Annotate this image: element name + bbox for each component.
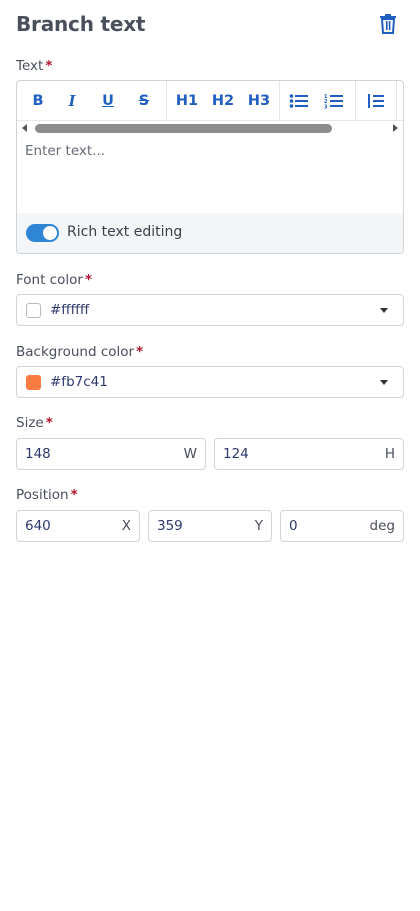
toolbar-divider bbox=[355, 81, 356, 121]
editor-toolbar: B I U S H1 H2 H3 1 2 3 bbox=[17, 81, 403, 121]
bulleted-list-icon[interactable] bbox=[289, 89, 309, 113]
bold-button[interactable]: B bbox=[29, 89, 47, 113]
text-label: Text * bbox=[16, 58, 53, 74]
numbered-list-icon[interactable]: 1 2 3 bbox=[324, 89, 344, 113]
height-unit: H bbox=[384, 446, 395, 462]
toggle-knob bbox=[43, 226, 57, 240]
toolbar-divider bbox=[279, 81, 280, 121]
chevron-down-icon bbox=[380, 380, 388, 385]
required-mark: * bbox=[84, 272, 92, 288]
rich-text-label: Rich text editing bbox=[67, 224, 183, 240]
toolbar-divider bbox=[396, 81, 397, 121]
rotation-unit: deg bbox=[369, 518, 395, 534]
background-color-value: #fb7c41 bbox=[50, 374, 108, 390]
panel-header: Branch text bbox=[16, 11, 404, 39]
toolbar-scrollbar[interactable] bbox=[17, 122, 403, 136]
blockquote-icon[interactable] bbox=[367, 89, 385, 113]
font-color-label: Font color * bbox=[16, 272, 92, 288]
font-color-select[interactable]: #ffffff bbox=[16, 294, 404, 326]
x-value: 640 bbox=[25, 518, 51, 534]
italic-button[interactable]: I bbox=[64, 89, 80, 113]
chevron-down-icon bbox=[380, 308, 388, 313]
panel-title: Branch text bbox=[16, 12, 146, 36]
position-label: Position * bbox=[16, 487, 78, 503]
required-mark: * bbox=[45, 415, 53, 431]
rotation-input[interactable]: 0 deg bbox=[280, 510, 404, 542]
width-input[interactable]: 148 W bbox=[16, 438, 206, 470]
font-color-swatch bbox=[26, 303, 41, 318]
rich-text-editor: B I U S H1 H2 H3 1 2 3 Enter text... Ric… bbox=[16, 80, 404, 254]
y-value: 359 bbox=[157, 518, 183, 534]
background-color-label: Background color * bbox=[16, 344, 144, 360]
heading1-button[interactable]: H1 bbox=[175, 89, 199, 113]
underline-button[interactable]: U bbox=[99, 89, 117, 113]
x-unit: X bbox=[121, 518, 131, 534]
svg-text:3: 3 bbox=[324, 105, 328, 111]
rich-text-toggle[interactable] bbox=[26, 224, 59, 242]
width-value: 148 bbox=[25, 446, 51, 462]
strikethrough-button[interactable]: S bbox=[135, 89, 153, 113]
scrollbar-thumb[interactable] bbox=[35, 124, 332, 133]
x-input[interactable]: 640 X bbox=[16, 510, 140, 542]
width-unit: W bbox=[183, 446, 197, 462]
rich-text-bar: Rich text editing bbox=[17, 213, 403, 253]
trash-icon[interactable] bbox=[378, 13, 398, 35]
height-input[interactable]: 124 H bbox=[214, 438, 404, 470]
rotation-value: 0 bbox=[289, 518, 298, 534]
required-mark: * bbox=[136, 344, 144, 360]
font-color-value: #ffffff bbox=[50, 302, 90, 318]
size-label: Size * bbox=[16, 415, 53, 431]
toolbar-divider bbox=[166, 81, 167, 121]
height-value: 124 bbox=[223, 446, 249, 462]
heading2-button[interactable]: H2 bbox=[211, 89, 235, 113]
y-input[interactable]: 359 Y bbox=[148, 510, 272, 542]
required-mark: * bbox=[45, 58, 53, 74]
required-mark: * bbox=[70, 487, 78, 503]
heading3-button[interactable]: H3 bbox=[247, 89, 271, 113]
scroll-right-icon[interactable] bbox=[393, 124, 398, 132]
y-unit: Y bbox=[254, 518, 263, 534]
scroll-left-icon[interactable] bbox=[22, 124, 27, 132]
background-color-swatch bbox=[26, 375, 41, 390]
text-input[interactable]: Enter text... bbox=[25, 143, 105, 159]
background-color-select[interactable]: #fb7c41 bbox=[16, 366, 404, 398]
